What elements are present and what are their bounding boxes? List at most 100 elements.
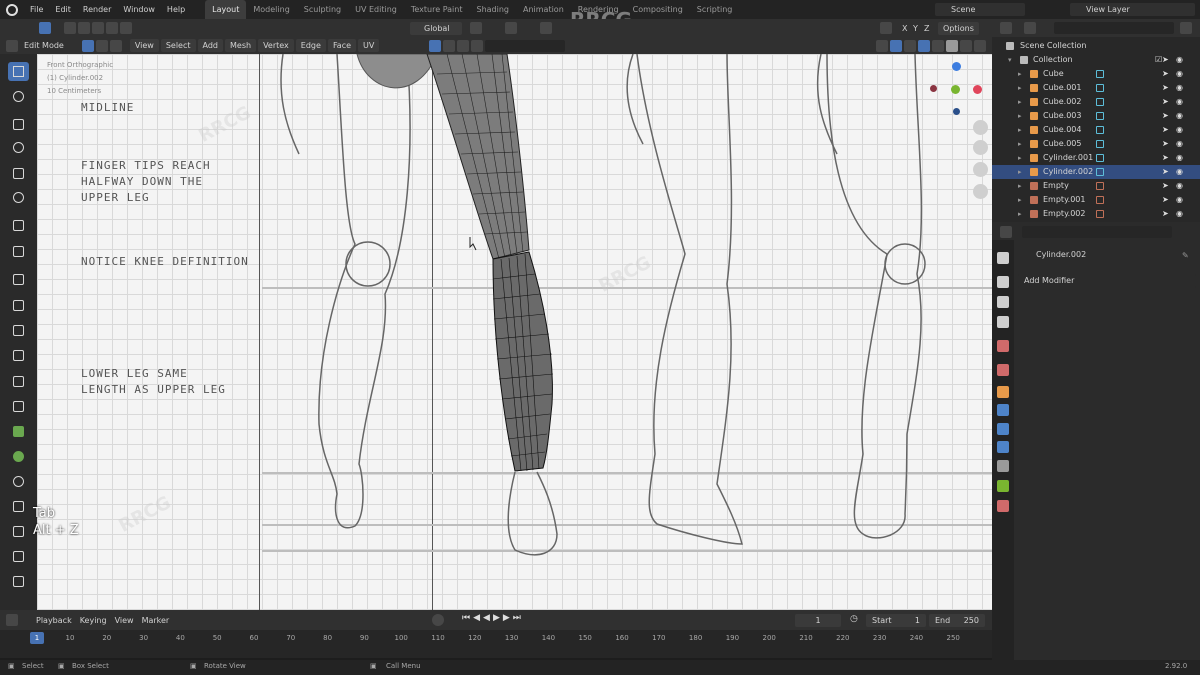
select-arrow-icon[interactable]: ➤: [1162, 123, 1169, 137]
end-frame-field[interactable]: End 250: [929, 614, 985, 627]
menu-face[interactable]: Face: [327, 39, 357, 52]
select-arrow-icon[interactable]: ➤: [1162, 165, 1169, 179]
edge-select-icon[interactable]: [95, 39, 108, 52]
outliner-row[interactable]: ▸ Empty.002 ➤ ◉: [992, 207, 1200, 221]
menu-marker[interactable]: Marker: [138, 614, 174, 627]
bevel-tool-button[interactable]: [8, 346, 29, 365]
transform-tool-button[interactable]: [8, 188, 29, 207]
wireframe-shading-icon[interactable]: [932, 39, 944, 52]
visibility-icon[interactable]: [876, 39, 888, 52]
toggle-xray-icon[interactable]: [918, 39, 930, 52]
outliner-row[interactable]: ▸ Cube.001 ➤ ◉: [992, 81, 1200, 95]
outliner-search-icon[interactable]: [1054, 22, 1174, 34]
search-icon[interactable]: [485, 39, 566, 52]
mode-subtract-icon[interactable]: [92, 22, 104, 34]
properties-search-icon[interactable]: [1022, 226, 1172, 238]
menu-uv[interactable]: UV: [358, 39, 380, 52]
playback-controls-icon[interactable]: ⏮◀◀▶▶⏭: [462, 613, 524, 623]
gizmo-y-axis-icon[interactable]: [951, 85, 960, 94]
select-arrow-icon[interactable]: ➤: [1162, 95, 1169, 109]
eye-icon[interactable]: ◉: [1176, 207, 1183, 221]
record-icon[interactable]: [432, 614, 444, 626]
eye-icon[interactable]: ◉: [1176, 53, 1183, 67]
mode-dropdown[interactable]: Edit Mode: [20, 39, 68, 52]
physics-tab-icon[interactable]: [997, 441, 1009, 453]
expand-arrow-icon[interactable]: ▸: [1018, 165, 1022, 179]
menu-timeline-view[interactable]: View: [111, 614, 138, 627]
eye-icon[interactable]: ◉: [1176, 67, 1183, 81]
pivot-point-icon[interactable]: [470, 22, 482, 34]
menu-keying[interactable]: Keying: [76, 614, 111, 627]
select-tool-button[interactable]: [8, 62, 29, 81]
blender-logo-icon[interactable]: [6, 3, 18, 16]
outliner-row[interactable]: ▸ Empty ➤ ◉: [992, 179, 1200, 193]
workspace-tab-shading[interactable]: Shading: [469, 0, 516, 19]
add-cube-tool-button[interactable]: [8, 270, 29, 289]
proportional-edit-icon[interactable]: [540, 22, 552, 34]
menu-mesh[interactable]: Mesh: [225, 39, 257, 52]
view-layer-tab-icon[interactable]: [997, 316, 1009, 328]
expand-arrow-icon[interactable]: ▸: [1018, 193, 1022, 207]
properties-editor-icon[interactable]: [1000, 226, 1012, 238]
select-arrow-icon[interactable]: ➤: [1162, 67, 1169, 81]
annotate-tool-button[interactable]: [8, 216, 29, 235]
expand-arrow-icon[interactable]: ▸: [1018, 151, 1022, 165]
vertex-select-icon[interactable]: [81, 39, 94, 52]
render-tab-icon[interactable]: [997, 276, 1009, 288]
modifiers-tab-icon[interactable]: [997, 404, 1009, 416]
output-tab-icon[interactable]: [997, 296, 1009, 308]
shrink-tool-button[interactable]: [8, 522, 29, 541]
eye-icon[interactable]: ◉: [1176, 151, 1183, 165]
playhead[interactable]: 1: [30, 632, 44, 644]
mode-extend-icon[interactable]: [78, 22, 90, 34]
material-shading-icon[interactable]: [960, 39, 972, 52]
knife-tool-button[interactable]: [8, 397, 29, 416]
snap-icon[interactable]: [505, 22, 517, 34]
start-frame-field[interactable]: Start 1: [866, 614, 926, 627]
gizmo-z-axis-icon[interactable]: [952, 62, 961, 71]
pan-view-icon[interactable]: [973, 140, 988, 155]
workspace-tab-sculpting[interactable]: Sculpting: [297, 0, 348, 19]
gizmo-toggle-icon[interactable]: [890, 39, 902, 52]
rip-tool-button[interactable]: [8, 572, 29, 591]
mode-new-icon[interactable]: [64, 22, 76, 34]
expand-arrow-icon[interactable]: ▸: [1018, 207, 1022, 221]
expand-arrow-icon[interactable]: ▸: [1018, 81, 1022, 95]
ortho-toggle-icon[interactable]: [973, 184, 988, 199]
move-tool-button[interactable]: [8, 115, 29, 134]
select-arrow-icon[interactable]: ➤: [1162, 179, 1169, 193]
eye-icon[interactable]: ◉: [1176, 81, 1183, 95]
expand-arrow-icon[interactable]: ▸: [1018, 109, 1022, 123]
eye-icon[interactable]: ◉: [1176, 109, 1183, 123]
select-arrow-icon[interactable]: ➤: [1162, 109, 1169, 123]
outliner-row[interactable]: ▸ Cylinder.001 ➤ ◉: [992, 151, 1200, 165]
expand-arrow-icon[interactable]: ▸: [1018, 137, 1022, 151]
smooth-tool-button[interactable]: [8, 472, 29, 491]
scene-tab-icon[interactable]: [997, 340, 1009, 352]
inset-tool-button[interactable]: [8, 321, 29, 340]
outliner-row[interactable]: ▸ Cube.003 ➤ ◉: [992, 109, 1200, 123]
tool-tab-icon[interactable]: [997, 252, 1009, 264]
select-arrow-icon[interactable]: ➤: [1162, 53, 1169, 67]
outliner-scene-collection[interactable]: Scene Collection: [992, 39, 1200, 53]
display-mode-icon[interactable]: [1024, 22, 1036, 34]
menu-help[interactable]: Help: [161, 5, 191, 14]
expand-arrow-icon[interactable]: ▸: [1018, 95, 1022, 109]
workspace-tab-texture-paint[interactable]: Texture Paint: [404, 0, 470, 19]
scale-tool-button[interactable]: [8, 164, 29, 183]
workspace-tab-animation[interactable]: Animation: [516, 0, 571, 19]
eye-icon[interactable]: ◉: [1176, 165, 1183, 179]
eye-icon[interactable]: ◉: [1176, 123, 1183, 137]
eye-icon[interactable]: ◉: [1176, 137, 1183, 151]
xray-icon[interactable]: [429, 39, 442, 52]
filter-icon[interactable]: [1180, 22, 1192, 34]
workspace-tab-layout[interactable]: Layout: [205, 0, 247, 19]
edge-slide-tool-button[interactable]: [8, 497, 29, 516]
timeline-editor-icon[interactable]: [6, 614, 18, 626]
menu-playback[interactable]: Playback: [32, 614, 76, 627]
outliner-row[interactable]: ▸ Cylinder.002 ➤ ◉: [992, 165, 1200, 179]
eye-icon[interactable]: ◉: [1176, 179, 1183, 193]
clock-icon[interactable]: ◷: [850, 614, 858, 624]
workspace-tab-compositing[interactable]: Compositing: [626, 0, 690, 19]
shading-material-icon[interactable]: [457, 39, 470, 52]
